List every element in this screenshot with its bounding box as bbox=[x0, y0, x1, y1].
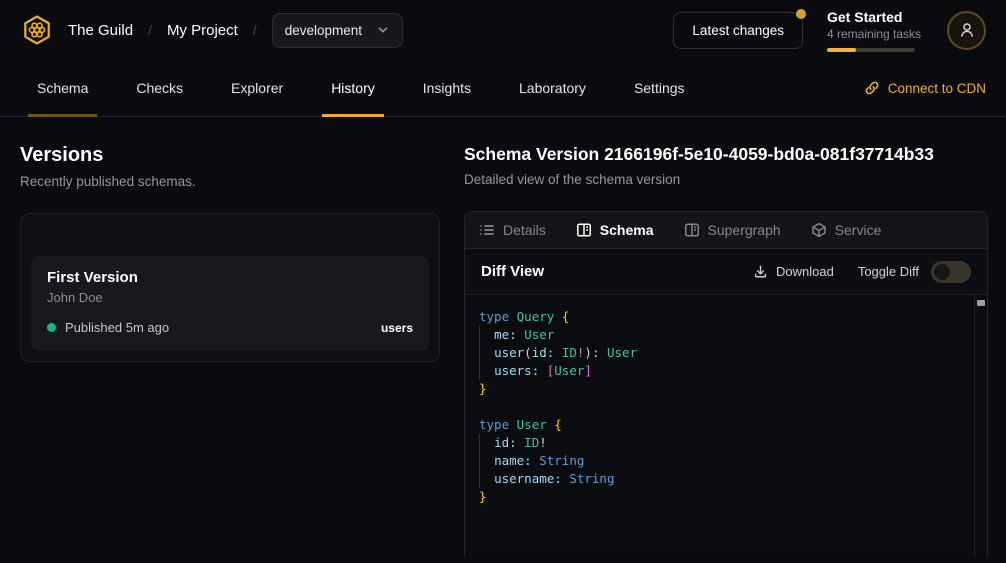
published-status-dot bbox=[47, 323, 56, 332]
versions-panel: Versions Recently published schemas. Fir… bbox=[20, 131, 440, 362]
detail-tab-label: Schema bbox=[600, 222, 654, 238]
app-root: The Guild / My Project / development Lat… bbox=[0, 0, 1006, 563]
schema-code-viewer: type Query { me: User user(id: ID!): Use… bbox=[465, 295, 987, 557]
main-content: Versions Recently published schemas. Fir… bbox=[0, 117, 1006, 557]
header-breadcrumb: The Guild / My Project / development bbox=[20, 13, 403, 48]
avatar[interactable] bbox=[947, 11, 986, 50]
project-name[interactable]: My Project bbox=[167, 22, 238, 39]
columns-icon bbox=[684, 222, 700, 238]
diff-actions: Download Toggle Diff bbox=[753, 261, 971, 283]
detail-tab-details[interactable]: Details bbox=[479, 222, 546, 238]
get-started-progress bbox=[827, 48, 915, 52]
latest-changes-label: Latest changes bbox=[692, 23, 784, 38]
code-line: user(id: ID!): User bbox=[479, 344, 961, 362]
columns-icon bbox=[576, 222, 592, 238]
code-line: me: User bbox=[479, 326, 961, 344]
breadcrumb-separator: / bbox=[253, 22, 257, 38]
get-started-widget[interactable]: Get Started 4 remaining tasks bbox=[827, 9, 923, 52]
code-scrollbar[interactable] bbox=[974, 295, 987, 557]
code-content: type Query { me: User user(id: ID!): Use… bbox=[479, 308, 961, 506]
service-badge: users bbox=[381, 321, 413, 335]
code-line: users: [User] bbox=[479, 362, 961, 380]
published-status-text: Published 5m ago bbox=[65, 320, 169, 335]
get-started-title: Get Started bbox=[827, 9, 923, 25]
download-label: Download bbox=[776, 264, 834, 279]
code-line: username: String bbox=[479, 470, 961, 488]
detail-tab-label: Service bbox=[835, 222, 882, 238]
hive-logo-icon[interactable] bbox=[20, 13, 54, 47]
tab-schema[interactable]: Schema bbox=[28, 60, 97, 116]
tab-explorer[interactable]: Explorer bbox=[222, 60, 292, 116]
download-button[interactable]: Download bbox=[753, 264, 834, 279]
notification-dot bbox=[796, 9, 806, 19]
tab-laboratory[interactable]: Laboratory bbox=[510, 60, 595, 116]
code-line: type User { bbox=[479, 416, 961, 434]
versions-title: Versions bbox=[20, 144, 440, 167]
tab-settings[interactable]: Settings bbox=[625, 60, 694, 116]
detail-tab-service[interactable]: Service bbox=[811, 222, 882, 238]
header-actions: Latest changes Get Started 4 remaining t… bbox=[673, 9, 986, 52]
connect-cdn-button[interactable]: Connect to CDN bbox=[864, 60, 986, 116]
main-nav: Schema Checks Explorer History Insights … bbox=[0, 60, 1006, 117]
version-detail-box: Details Schema Supergraph bbox=[464, 211, 988, 557]
version-detail-subtitle: Detailed view of the schema version bbox=[464, 172, 988, 187]
tab-insights[interactable]: Insights bbox=[414, 60, 480, 116]
code-line bbox=[479, 398, 961, 416]
header: The Guild / My Project / development Lat… bbox=[0, 0, 1006, 60]
versions-subtitle: Recently published schemas. bbox=[20, 174, 440, 189]
org-name[interactable]: The Guild bbox=[68, 22, 133, 39]
version-card[interactable]: First Version John Doe Published 5m ago … bbox=[31, 256, 429, 351]
code-line: } bbox=[479, 488, 961, 506]
version-author: John Doe bbox=[47, 290, 413, 305]
nav-tabs: Schema Checks Explorer History Insights … bbox=[28, 60, 694, 116]
version-detail-tabs: Details Schema Supergraph bbox=[465, 212, 987, 249]
detail-tab-label: Supergraph bbox=[708, 222, 781, 238]
toggle-knob bbox=[934, 264, 950, 280]
diff-view-title: Diff View bbox=[481, 263, 544, 280]
code-line: name: String bbox=[479, 452, 961, 470]
detail-tab-schema[interactable]: Schema bbox=[576, 222, 654, 238]
environment-dropdown[interactable]: development bbox=[272, 13, 403, 48]
toggle-diff-label: Toggle Diff bbox=[858, 264, 919, 279]
get-started-subtitle: 4 remaining tasks bbox=[827, 27, 923, 41]
cube-icon bbox=[811, 222, 827, 238]
user-icon bbox=[958, 21, 976, 39]
version-meta-row: Published 5m ago users bbox=[47, 320, 413, 335]
versions-list: First Version John Doe Published 5m ago … bbox=[20, 213, 440, 362]
diff-toolbar: Diff View Download Toggle Diff bbox=[465, 249, 987, 295]
tab-checks[interactable]: Checks bbox=[127, 60, 192, 116]
breadcrumb-separator: / bbox=[148, 22, 152, 38]
toggle-diff-switch[interactable] bbox=[931, 261, 971, 283]
tab-history[interactable]: History bbox=[322, 60, 384, 116]
connect-cdn-label: Connect to CDN bbox=[888, 81, 986, 96]
link-icon bbox=[864, 80, 880, 96]
code-line: type Query { bbox=[479, 308, 961, 326]
detail-tab-supergraph[interactable]: Supergraph bbox=[684, 222, 781, 238]
latest-changes-button[interactable]: Latest changes bbox=[673, 12, 803, 49]
version-detail-title: Schema Version 2166196f-5e10-4059-bd0a-0… bbox=[464, 144, 988, 165]
list-icon bbox=[479, 222, 495, 238]
get-started-progress-fill bbox=[827, 48, 856, 52]
environment-label: development bbox=[285, 23, 362, 38]
code-line: id: ID! bbox=[479, 434, 961, 452]
version-name: First Version bbox=[47, 269, 413, 286]
code-line: } bbox=[479, 380, 961, 398]
download-icon bbox=[753, 264, 768, 279]
detail-tab-label: Details bbox=[503, 222, 546, 238]
code-scrollbar-thumb[interactable] bbox=[977, 300, 985, 306]
version-detail-panel: Schema Version 2166196f-5e10-4059-bd0a-0… bbox=[464, 131, 988, 557]
chevron-down-icon bbox=[376, 23, 390, 37]
